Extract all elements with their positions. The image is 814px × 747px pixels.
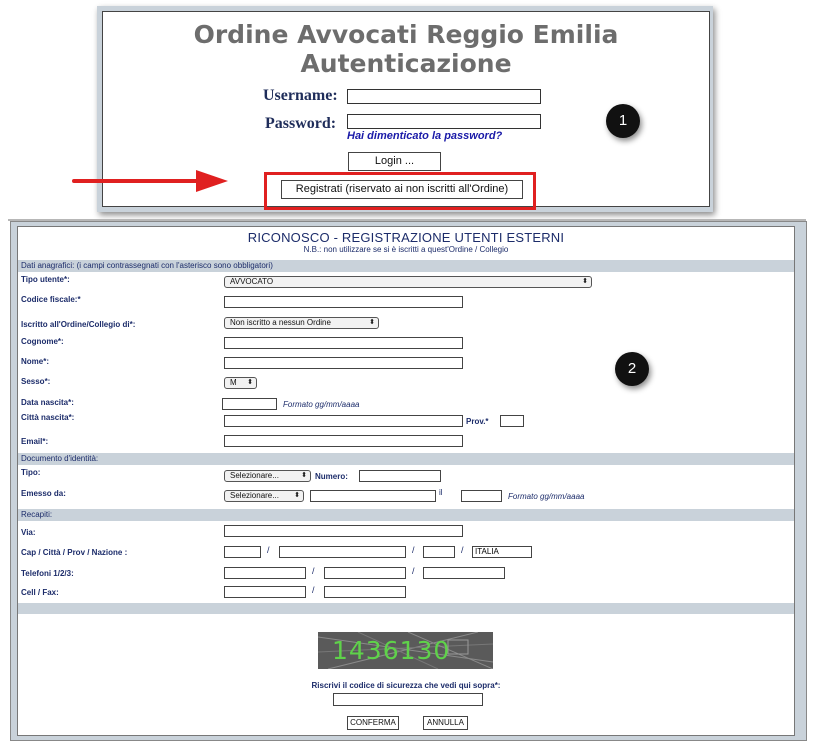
captcha-input[interactable] xyxy=(333,693,483,706)
password-label: Password: xyxy=(265,115,337,132)
telefoni-label: Telefoni 1/2/3: xyxy=(21,569,74,578)
forgot-password-link[interactable]: Hai dimenticato la password? xyxy=(347,130,502,142)
red-arrow-icon xyxy=(72,170,228,192)
tipo-documento-value: Selezionare... xyxy=(230,471,279,480)
tipo-documento-select[interactable]: Selezionare... ⬍ xyxy=(224,470,311,482)
registration-form: RICONOSCO - REGISTRAZIONE UTENTI ESTERNI… xyxy=(17,226,795,736)
emesso-da-label: Emesso da: xyxy=(21,489,66,498)
codice-fiscale-input[interactable] xyxy=(224,296,463,308)
login-title-line2: Autenticazione xyxy=(300,49,512,78)
select-arrows-icon: ⬍ xyxy=(247,379,253,386)
citta-nascita-label: Città nascita*: xyxy=(21,413,75,422)
citta-input[interactable] xyxy=(279,546,406,558)
emesso-data-input[interactable] xyxy=(461,490,502,502)
cap-citta-label: Cap / Città / Prov / Nazione : xyxy=(21,548,128,557)
login-title: Ordine Avvocati Reggio Emilia Autenticaz… xyxy=(103,20,709,78)
numero-input[interactable] xyxy=(359,470,441,482)
separator: / xyxy=(412,545,415,555)
select-arrows-icon: ⬍ xyxy=(369,319,375,326)
prov-label: Prov.* xyxy=(466,417,489,426)
via-input[interactable] xyxy=(224,525,463,537)
separator: / xyxy=(461,545,464,555)
fax-input[interactable] xyxy=(324,586,406,598)
username-input[interactable] xyxy=(347,89,541,104)
telefono2-input[interactable] xyxy=(324,567,406,579)
nome-input[interactable] xyxy=(224,357,463,369)
emesso-data-hint: Formato gg/mm/aaaa xyxy=(508,492,585,501)
section-recapiti: Recapiti: xyxy=(18,509,794,521)
via-label: Via: xyxy=(21,528,36,537)
password-input[interactable] xyxy=(347,114,541,129)
login-button[interactable]: Login ... xyxy=(348,152,441,171)
data-nascita-hint: Formato gg/mm/aaaa xyxy=(283,400,360,409)
captcha-text: 1436130 xyxy=(332,636,451,665)
citta-nascita-input[interactable] xyxy=(224,415,463,427)
select-arrows-icon: ⬍ xyxy=(294,492,300,499)
iscritto-ordine-select[interactable]: Non iscritto a nessun Ordine ⬍ xyxy=(224,317,379,329)
prov-input[interactable] xyxy=(500,415,524,427)
tipo-documento-label: Tipo: xyxy=(21,468,41,477)
separator: / xyxy=(412,566,415,576)
form-subtitle: N.B.: non utilizzare se si è iscritti a … xyxy=(303,245,509,254)
cognome-label: Cognome*: xyxy=(21,337,64,346)
cap-input[interactable] xyxy=(224,546,261,558)
iscritto-ordine-value: Non iscritto a nessun Ordine xyxy=(230,318,331,327)
login-title-line1: Ordine Avvocati Reggio Emilia xyxy=(193,20,619,49)
sesso-label: Sesso*: xyxy=(21,377,51,386)
username-label: Username: xyxy=(263,87,338,104)
select-arrows-icon: ⬍ xyxy=(301,472,307,479)
iscritto-ordine-label: Iscritto all'Ordine/Collegio di*: xyxy=(21,320,136,329)
section-spacer-bar xyxy=(18,603,794,614)
nazione-input[interactable]: ITALIA xyxy=(472,546,532,558)
annulla-button[interactable]: ANNULLA xyxy=(423,716,468,730)
conferma-button[interactable]: CONFERMA xyxy=(347,716,399,730)
sesso-value: M xyxy=(230,378,237,387)
select-arrows-icon: ⬍ xyxy=(582,278,588,285)
tipo-utente-value: AVVOCATO xyxy=(230,277,274,286)
telefono1-input[interactable] xyxy=(224,567,306,579)
data-nascita-input[interactable] xyxy=(222,398,277,410)
emesso-da-input[interactable] xyxy=(310,490,436,502)
cell-fax-label: Cell / Fax: xyxy=(21,588,59,597)
emesso-da-value: Selezionare... xyxy=(230,491,279,500)
codice-fiscale-label: Codice fiscale:* xyxy=(21,295,81,304)
form-title: RICONOSCO - REGISTRAZIONE UTENTI ESTERNI xyxy=(247,230,565,245)
emesso-da-select[interactable]: Selezionare... ⬍ xyxy=(224,490,304,502)
email-label: Email*: xyxy=(21,437,49,446)
telefono3-input[interactable] xyxy=(423,567,505,579)
prov-recapito-input[interactable] xyxy=(423,546,455,558)
cell-input[interactable] xyxy=(224,586,306,598)
tipo-utente-label: Tipo utente*: xyxy=(21,275,70,284)
separator: / xyxy=(312,585,315,595)
cognome-input[interactable] xyxy=(224,337,463,349)
separator: / xyxy=(312,566,315,576)
data-nascita-label: Data nascita*: xyxy=(21,398,74,407)
il-label: il xyxy=(439,488,443,497)
register-highlight-box xyxy=(264,172,536,210)
captcha-prompt: Riscrivi il codice di sicurezza che vedi… xyxy=(311,681,501,690)
separator: / xyxy=(267,545,270,555)
tipo-utente-select[interactable]: AVVOCATO ⬍ xyxy=(224,276,592,288)
sesso-select[interactable]: M ⬍ xyxy=(224,377,257,389)
numero-label: Numero: xyxy=(315,472,348,481)
callout-1: 1 xyxy=(606,104,640,138)
captcha-image: 1436130 xyxy=(318,632,493,669)
nome-label: Nome*: xyxy=(21,357,50,366)
section-documento: Documento d'identità: xyxy=(18,453,794,465)
callout-2: 2 xyxy=(615,352,649,386)
email-input[interactable] xyxy=(224,435,463,447)
section-dati-anagrafici: Dati anagrafici: (i campi contrassegnati… xyxy=(18,260,794,272)
